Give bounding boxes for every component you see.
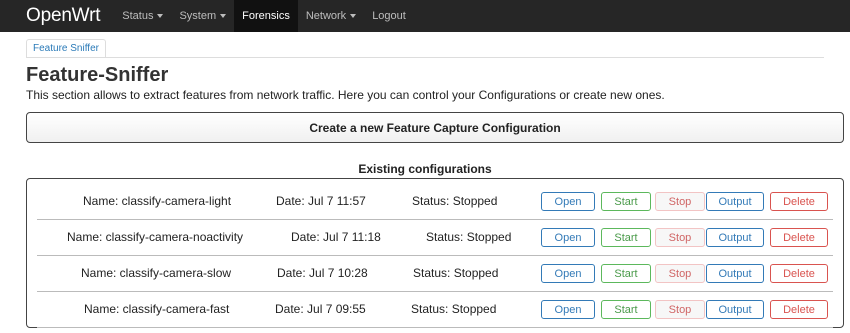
chevron-down-icon — [220, 14, 227, 18]
brand-logo[interactable]: OpenWrt — [26, 5, 100, 27]
config-date: Date: Jul 7 09:55 — [275, 302, 366, 316]
configurations-panel: Name: classify-camera-light Date: Jul 7 … — [26, 178, 844, 328]
output-button[interactable]: Output — [706, 228, 764, 247]
config-status: Status: Stopped — [411, 302, 497, 316]
config-date: Date: Jul 7 11:57 — [276, 194, 366, 208]
create-configuration-button[interactable]: Create a new Feature Capture Configurati… — [26, 112, 844, 143]
start-button[interactable]: Start — [601, 300, 651, 319]
stop-button[interactable]: Stop — [655, 300, 705, 319]
config-date: Date: Jul 7 10:28 — [277, 266, 368, 280]
nav-logout[interactable]: Logout — [364, 0, 414, 32]
nav-system-label: System — [179, 10, 217, 22]
page-title: Feature-Sniffer — [26, 64, 169, 86]
nav-forensics[interactable]: Forensics — [234, 0, 298, 32]
config-status: Status: Stopped — [413, 266, 499, 280]
start-button[interactable]: Start — [601, 228, 651, 247]
tab-divider — [26, 57, 824, 58]
nav-status[interactable]: Status — [114, 0, 171, 32]
nav-forensics-label: Forensics — [242, 10, 290, 22]
delete-button[interactable]: Delete — [770, 264, 828, 283]
tab-feature-sniffer[interactable]: Feature Sniffer — [26, 39, 106, 58]
nav-status-label: Status — [122, 10, 154, 22]
start-button[interactable]: Start — [601, 192, 651, 211]
delete-button[interactable]: Delete — [770, 228, 828, 247]
nav-network[interactable]: Network — [298, 0, 364, 32]
output-button[interactable]: Output — [706, 300, 764, 319]
top-navbar: OpenWrt Status System Forensics Network … — [0, 0, 850, 32]
stop-button[interactable]: Stop — [655, 228, 705, 247]
nav-logout-label: Logout — [372, 10, 406, 22]
config-name: Name: classify-camera-light — [83, 194, 232, 208]
nav-network-label: Network — [305, 10, 347, 22]
stop-button[interactable]: Stop — [655, 264, 705, 283]
open-button[interactable]: Open — [541, 228, 595, 247]
configuration-row: Name: classify-camera-light Date: Jul 7 … — [37, 183, 833, 220]
stop-button[interactable]: Stop — [655, 192, 705, 211]
output-button[interactable]: Output — [706, 264, 764, 283]
tab-bar: Feature Sniffer — [26, 38, 106, 58]
configuration-row: Name: classify-camera-slow Date: Jul 7 1… — [37, 255, 833, 292]
page-description: This section allows to extract features … — [26, 88, 665, 102]
section-title: Existing configurations — [358, 162, 492, 176]
configuration-row: Name: classify-camera-noactivity Date: J… — [37, 219, 833, 256]
open-button[interactable]: Open — [541, 300, 595, 319]
config-status: Status: Stopped — [426, 230, 512, 244]
config-status: Status: Stopped — [412, 194, 498, 208]
chevron-down-icon — [350, 14, 357, 18]
config-name: Name: classify-camera-slow — [81, 266, 232, 280]
chevron-down-icon — [157, 14, 164, 18]
open-button[interactable]: Open — [541, 192, 595, 211]
configuration-row: Name: classify-camera-fast Date: Jul 7 0… — [37, 291, 833, 328]
open-button[interactable]: Open — [541, 264, 595, 283]
config-name: Name: classify-camera-noactivity — [67, 230, 244, 244]
config-name: Name: classify-camera-fast — [84, 302, 230, 316]
delete-button[interactable]: Delete — [770, 192, 828, 211]
config-date: Date: Jul 7 11:18 — [291, 230, 381, 244]
output-button[interactable]: Output — [706, 192, 764, 211]
delete-button[interactable]: Delete — [770, 300, 828, 319]
nav-system[interactable]: System — [171, 0, 234, 32]
start-button[interactable]: Start — [601, 264, 651, 283]
